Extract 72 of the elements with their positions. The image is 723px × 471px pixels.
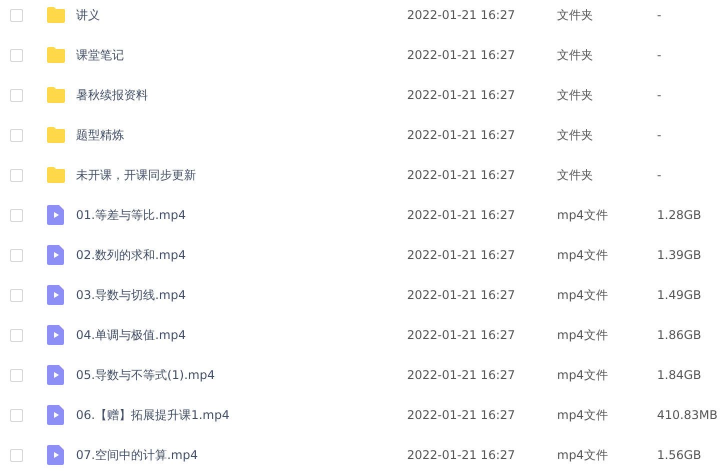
modified-date: 2022-01-21 16:27 [407, 88, 516, 102]
file-size: 410.83MB [657, 408, 718, 422]
file-size: 1.49GB [657, 288, 702, 302]
file-name[interactable]: 课堂笔记 [76, 46, 407, 64]
file-type: 文件夹 [557, 46, 594, 64]
file-name[interactable]: 02.数列的求和.mp4 [76, 246, 407, 264]
modified-date: 2022-01-21 16:27 [407, 48, 516, 62]
video-file-icon [47, 445, 65, 465]
file-name[interactable]: 07.空间中的计算.mp4 [76, 446, 407, 464]
file-type: 文件夹 [557, 166, 594, 184]
video-file-icon [47, 325, 65, 345]
video-file-icon [47, 365, 65, 385]
checkbox[interactable] [10, 48, 23, 62]
file-size: 1.84GB [657, 368, 702, 382]
file-size: - [657, 88, 662, 102]
modified-date: 2022-01-21 16:27 [407, 168, 516, 182]
file-type: mp4文件 [557, 406, 609, 424]
checkbox[interactable] [10, 168, 23, 182]
file-type: 文件夹 [557, 86, 594, 104]
checkbox[interactable] [10, 288, 23, 302]
file-size: 1.56GB [657, 448, 702, 462]
checkbox[interactable] [10, 208, 23, 222]
video-file-icon [47, 285, 65, 305]
folder-icon [46, 87, 66, 103]
modified-date: 2022-01-21 16:27 [407, 208, 516, 222]
file-type: mp4文件 [557, 246, 609, 264]
file-size: 1.39GB [657, 248, 702, 262]
modified-date: 2022-01-21 16:27 [407, 288, 516, 302]
checkbox[interactable] [10, 128, 23, 142]
file-name[interactable]: 04.单调与极值.mp4 [76, 326, 407, 344]
modified-date: 2022-01-21 16:27 [407, 8, 516, 22]
file-name[interactable]: 01.等差与等比.mp4 [76, 206, 407, 224]
checkbox[interactable] [10, 8, 23, 22]
folder-icon [46, 7, 66, 23]
checkbox[interactable] [10, 88, 23, 102]
file-type: 文件夹 [557, 126, 594, 144]
folder-icon [46, 47, 66, 63]
modified-date: 2022-01-21 16:27 [407, 328, 516, 342]
modified-date: 2022-01-21 16:27 [407, 368, 516, 382]
video-file-icon [47, 205, 65, 225]
file-size: - [657, 128, 662, 142]
file-size: 1.86GB [657, 328, 702, 342]
checkbox[interactable] [10, 248, 23, 262]
checkbox[interactable] [10, 448, 23, 462]
file-type: mp4文件 [557, 206, 609, 224]
modified-date: 2022-01-21 16:27 [407, 448, 516, 462]
file-name[interactable]: 暑秋续报资料 [76, 86, 407, 104]
folder-icon [46, 167, 66, 183]
file-type: mp4文件 [557, 366, 609, 384]
file-type: 文件夹 [557, 6, 594, 24]
file-type: mp4文件 [557, 286, 609, 304]
file-size: 1.28GB [657, 208, 702, 222]
checkbox[interactable] [10, 328, 23, 342]
file-name[interactable]: 题型精炼 [76, 126, 407, 144]
checkbox[interactable] [10, 368, 23, 382]
file-name[interactable]: 06.【赠】拓展提升课1.mp4 [76, 406, 407, 424]
video-file-icon [47, 245, 65, 265]
file-name[interactable]: 05.导数与不等式(1).mp4 [76, 366, 407, 384]
modified-date: 2022-01-21 16:27 [407, 408, 516, 422]
file-size: - [657, 168, 662, 182]
file-type: mp4文件 [557, 326, 609, 344]
file-size: - [657, 8, 662, 22]
checkbox[interactable] [10, 408, 23, 422]
file-name[interactable]: 讲义 [76, 6, 407, 24]
file-type: mp4文件 [557, 446, 609, 464]
file-name[interactable]: 未开课，开课同步更新 [76, 166, 407, 184]
modified-date: 2022-01-21 16:27 [407, 248, 516, 262]
file-size: - [657, 48, 662, 62]
modified-date: 2022-01-21 16:27 [407, 128, 516, 142]
file-name[interactable]: 03.导数与切线.mp4 [76, 286, 407, 304]
folder-icon [46, 127, 66, 143]
video-file-icon [47, 405, 65, 425]
